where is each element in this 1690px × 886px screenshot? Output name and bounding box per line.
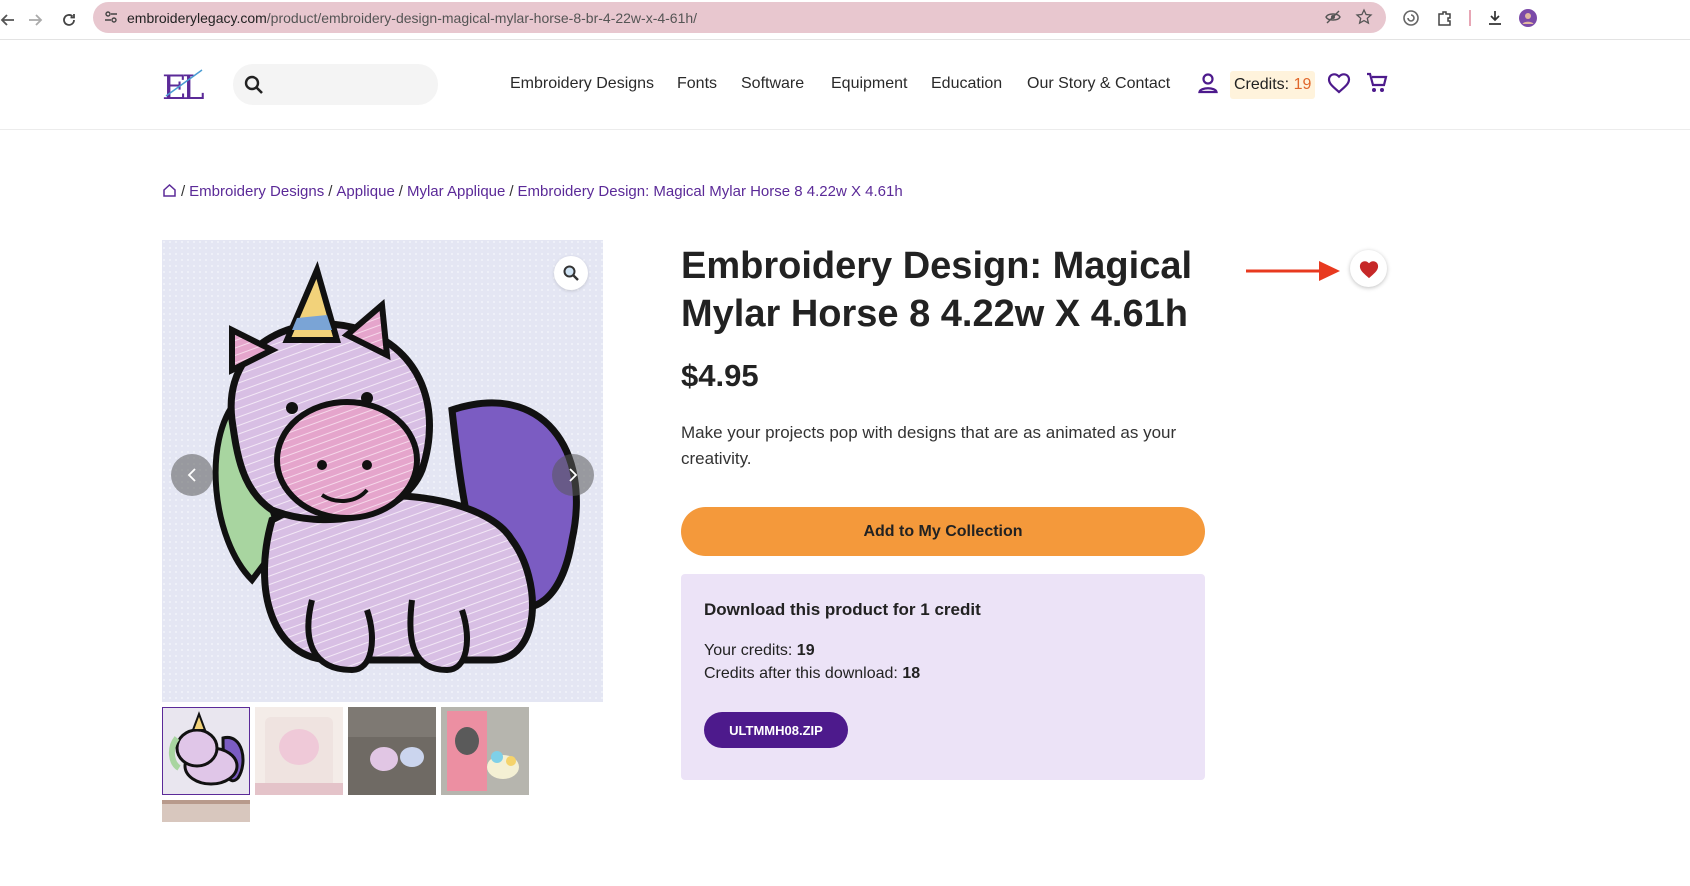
credits-after-value: 18 [902,665,921,682]
browser-toolbar: embroiderylegacy.com/product/embroidery-… [0,0,1690,40]
reload-icon[interactable] [57,8,81,32]
product-thumbnail[interactable] [162,707,250,795]
your-credits-value: 19 [796,642,815,659]
site-settings-icon[interactable] [101,7,121,27]
zoom-button[interactable] [554,256,588,290]
nav-embroidery-designs[interactable]: Embroidery Designs [510,75,654,93]
eye-off-icon[interactable] [1323,7,1343,27]
chevron-right-icon [567,467,579,483]
profile-avatar-icon[interactable] [1518,8,1538,28]
nav-fonts[interactable]: Fonts [677,75,717,93]
download-icon[interactable] [1485,8,1505,28]
cart-icon[interactable] [1364,70,1390,96]
svg-text:L: L [182,68,205,104]
extension-icon[interactable] [1401,8,1421,28]
download-zip-button[interactable]: ULTMMH08.ZIP [704,712,848,748]
download-heading: Download this product for 1 credit [704,600,981,619]
product-title: Embroidery Design: Magical Mylar Horse 8… [681,245,1193,335]
bookmark-star-icon[interactable] [1354,7,1374,27]
annotation-arrow-icon [1245,259,1341,283]
zoom-magnifier-icon [562,264,580,282]
add-to-collection-button[interactable]: Add to My Collection [681,507,1205,556]
product-description: Make your projects pop with designs that… [681,423,1177,468]
breadcrumb-applique[interactable]: Applique [336,183,394,200]
product-thumbnail[interactable] [162,800,250,822]
product-main-image[interactable] [162,240,603,702]
your-credits-label: Your credits: [704,642,797,659]
product-thumbnail[interactable] [255,707,343,795]
credits-count: 19 [1293,76,1312,93]
image-prev-button[interactable] [171,454,213,496]
credits-badge[interactable]: Credits: 19 [1230,71,1316,99]
nav-our-story-contact[interactable]: Our Story & Contact [1027,75,1170,93]
breadcrumb-embroidery-designs[interactable]: Embroidery Designs [189,183,324,200]
wishlist-heart-icon[interactable] [1326,70,1352,96]
account-icon[interactable] [1195,70,1221,96]
image-next-button[interactable] [552,454,594,496]
site-logo[interactable]: E L [162,66,216,108]
home-icon[interactable] [162,183,177,202]
forward-icon[interactable] [23,8,47,32]
breadcrumb: / Embroidery Designs / Applique / Mylar Appli… [162,183,903,202]
url-text: embroiderylegacy.com/product/embroidery-… [127,10,697,26]
chevron-left-icon [186,467,198,483]
url-path: /product/embroidery-design-magical-mylar… [266,10,698,26]
credits-label: Credits: [1234,76,1294,93]
back-icon[interactable] [0,8,20,32]
download-panel: Download this product for 1 credit Your … [681,574,1205,780]
add-to-favorites-button[interactable] [1350,250,1387,287]
credits-after-label: Credits after this download: [704,665,903,682]
url-domain: embroiderylegacy.com [127,10,267,26]
breadcrumb-mylar-applique[interactable]: Mylar Applique [407,183,505,200]
product-thumbnail[interactable] [441,707,529,795]
product-thumbnail[interactable] [348,707,436,795]
heart-icon [1358,259,1380,279]
breadcrumb-current-product[interactable]: Embroidery Design: Magical Mylar Horse 8… [518,183,903,200]
your-credits-line: Your credits: 19 [704,642,815,660]
toolbar-divider [1469,10,1471,26]
nav-equipment[interactable]: Equipment [831,75,908,93]
site-header: E L Embroidery Designs Fonts Software Eq… [0,40,1690,130]
product-price: $4.95 [681,358,759,393]
nav-software[interactable]: Software [741,75,804,93]
puzzle-extensions-icon[interactable] [1435,8,1455,28]
nav-education[interactable]: Education [931,75,1002,93]
address-bar[interactable]: embroiderylegacy.com/product/embroidery-… [93,2,1386,33]
credits-after-line: Credits after this download: 18 [704,665,920,683]
search-icon[interactable] [243,74,265,96]
